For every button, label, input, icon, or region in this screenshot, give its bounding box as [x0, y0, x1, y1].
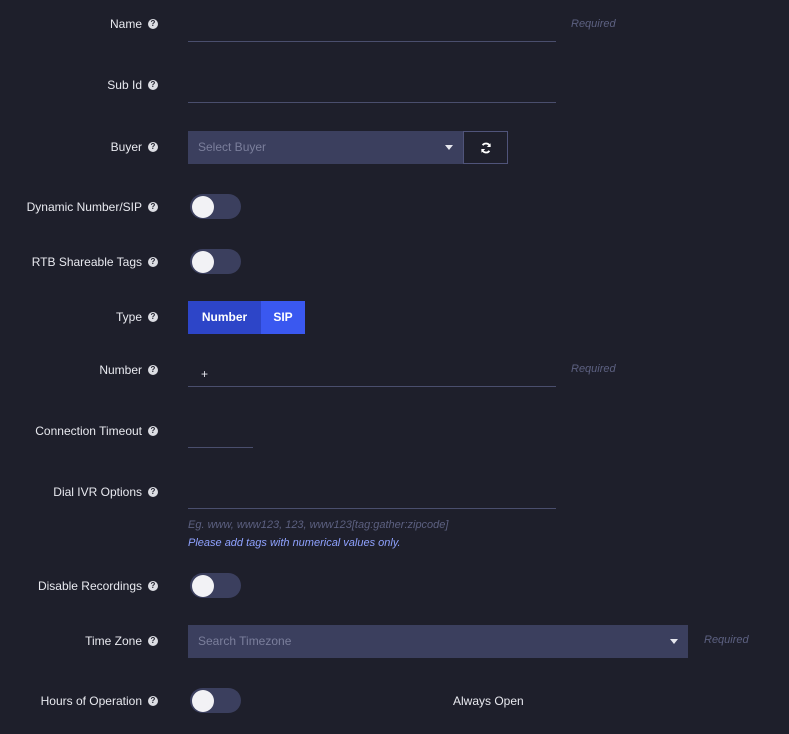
sub-id-label-group: Sub Id ? [107, 78, 158, 92]
sub-id-label: Sub Id [107, 78, 142, 92]
toggle-knob [192, 574, 214, 597]
help-icon[interactable]: ? [148, 142, 158, 152]
type-number-button[interactable]: Number [188, 301, 261, 334]
buyer-placeholder: Select Buyer [198, 140, 267, 154]
time-zone-select[interactable]: Search Timezone [188, 625, 688, 658]
toggle-knob [192, 250, 214, 273]
time-zone-label-group: Time Zone ? [85, 634, 158, 648]
number-label: Number [99, 363, 142, 377]
disable-recordings-label: Disable Recordings [37, 579, 142, 593]
refresh-buyer-button[interactable] [463, 131, 508, 164]
dial-ivr-row: Dial IVR Options ? [0, 479, 789, 509]
hours-toggle[interactable] [190, 688, 241, 713]
name-label: Name [109, 17, 142, 31]
help-icon[interactable]: ? [148, 202, 158, 212]
name-value [188, 22, 201, 36]
help-icon[interactable]: ? [148, 696, 158, 706]
type-sip-button[interactable]: SIP [261, 301, 305, 334]
type-row: Type ? [0, 301, 789, 334]
dynamic-number-row: Dynamic Number/SIP ? [0, 194, 789, 219]
sub-id-row: Sub Id ? [0, 73, 789, 103]
dial-ivr-label: Dial IVR Options [53, 485, 142, 499]
time-zone-row: Time Zone ? Search Timezone Required [0, 625, 789, 658]
chevron-down-icon [670, 639, 678, 644]
dial-ivr-example: Eg. www, www123, 123, www123[tag:gather:… [188, 519, 449, 531]
refresh-icon [480, 142, 491, 153]
help-icon[interactable]: ? [148, 426, 158, 436]
buyer-select[interactable]: Select Buyer [188, 131, 463, 164]
name-row: Name ? Required [0, 12, 789, 42]
help-icon[interactable]: ? [148, 19, 158, 29]
chevron-down-icon [445, 145, 453, 150]
help-icon[interactable]: ? [148, 365, 158, 375]
connection-timeout-input[interactable] [188, 423, 253, 448]
name-label-group: Name ? [110, 17, 158, 31]
dial-ivr-value [188, 489, 201, 503]
disable-recordings-toggle[interactable] [190, 573, 241, 598]
connection-timeout-value [188, 428, 201, 442]
dynamic-number-label-group: Dynamic Number/SIP ? [27, 200, 158, 214]
help-icon[interactable]: ? [148, 636, 158, 646]
dial-ivr-note: Please add tags with numerical values on… [188, 537, 401, 549]
disable-recordings-row: Disable Recordings ? [0, 573, 789, 598]
dynamic-number-toggle[interactable] [190, 194, 241, 219]
buyer-label-group: Buyer ? [111, 140, 158, 154]
number-row: Number ? + Required [0, 357, 789, 387]
rtb-tags-toggle[interactable] [190, 249, 241, 274]
help-icon[interactable]: ? [148, 312, 158, 322]
rtb-tags-label: RTB Shareable Tags [31, 255, 142, 269]
hours-status: Always Open [453, 694, 524, 708]
time-zone-label: Time Zone [85, 634, 142, 648]
number-input[interactable]: + [188, 362, 556, 387]
help-icon[interactable]: ? [148, 80, 158, 90]
time-zone-required: Required [704, 634, 749, 646]
buyer-row: Buyer ? Select Buyer [0, 131, 789, 164]
dial-ivr-label-group: Dial IVR Options ? [53, 485, 158, 499]
dynamic-number-label: Dynamic Number/SIP [26, 200, 142, 214]
sub-id-value [188, 83, 201, 97]
connection-timeout-label: Connection Timeout [35, 424, 142, 438]
rtb-tags-label-group: RTB Shareable Tags ? [32, 255, 158, 269]
name-input[interactable] [188, 17, 556, 42]
type-segmented-control: Number SIP [188, 301, 305, 334]
hours-label: Hours of Operation [40, 694, 142, 708]
type-label: Type [115, 310, 142, 324]
help-icon[interactable]: ? [148, 487, 158, 497]
toggle-knob [192, 689, 214, 712]
help-icon[interactable]: ? [148, 257, 158, 267]
type-label-group: Type ? [116, 310, 158, 324]
connection-timeout-label-group: Connection Timeout ? [35, 424, 158, 438]
dial-ivr-input[interactable] [188, 484, 556, 509]
number-value: + [201, 367, 209, 381]
time-zone-placeholder: Search Timezone [198, 634, 292, 648]
buyer-label: Buyer [110, 140, 142, 154]
hours-row: Hours of Operation ? Always Open [0, 688, 789, 713]
rtb-tags-row: RTB Shareable Tags ? [0, 249, 789, 274]
help-icon[interactable]: ? [148, 581, 158, 591]
sub-id-input[interactable] [188, 78, 556, 103]
connection-timeout-row: Connection Timeout ? [0, 418, 789, 448]
number-label-group: Number ? [99, 363, 158, 377]
disable-recordings-label-group: Disable Recordings ? [38, 579, 158, 593]
name-required: Required [571, 18, 616, 30]
hours-label-group: Hours of Operation ? [41, 694, 158, 708]
toggle-knob [192, 195, 214, 218]
number-required: Required [571, 363, 616, 375]
